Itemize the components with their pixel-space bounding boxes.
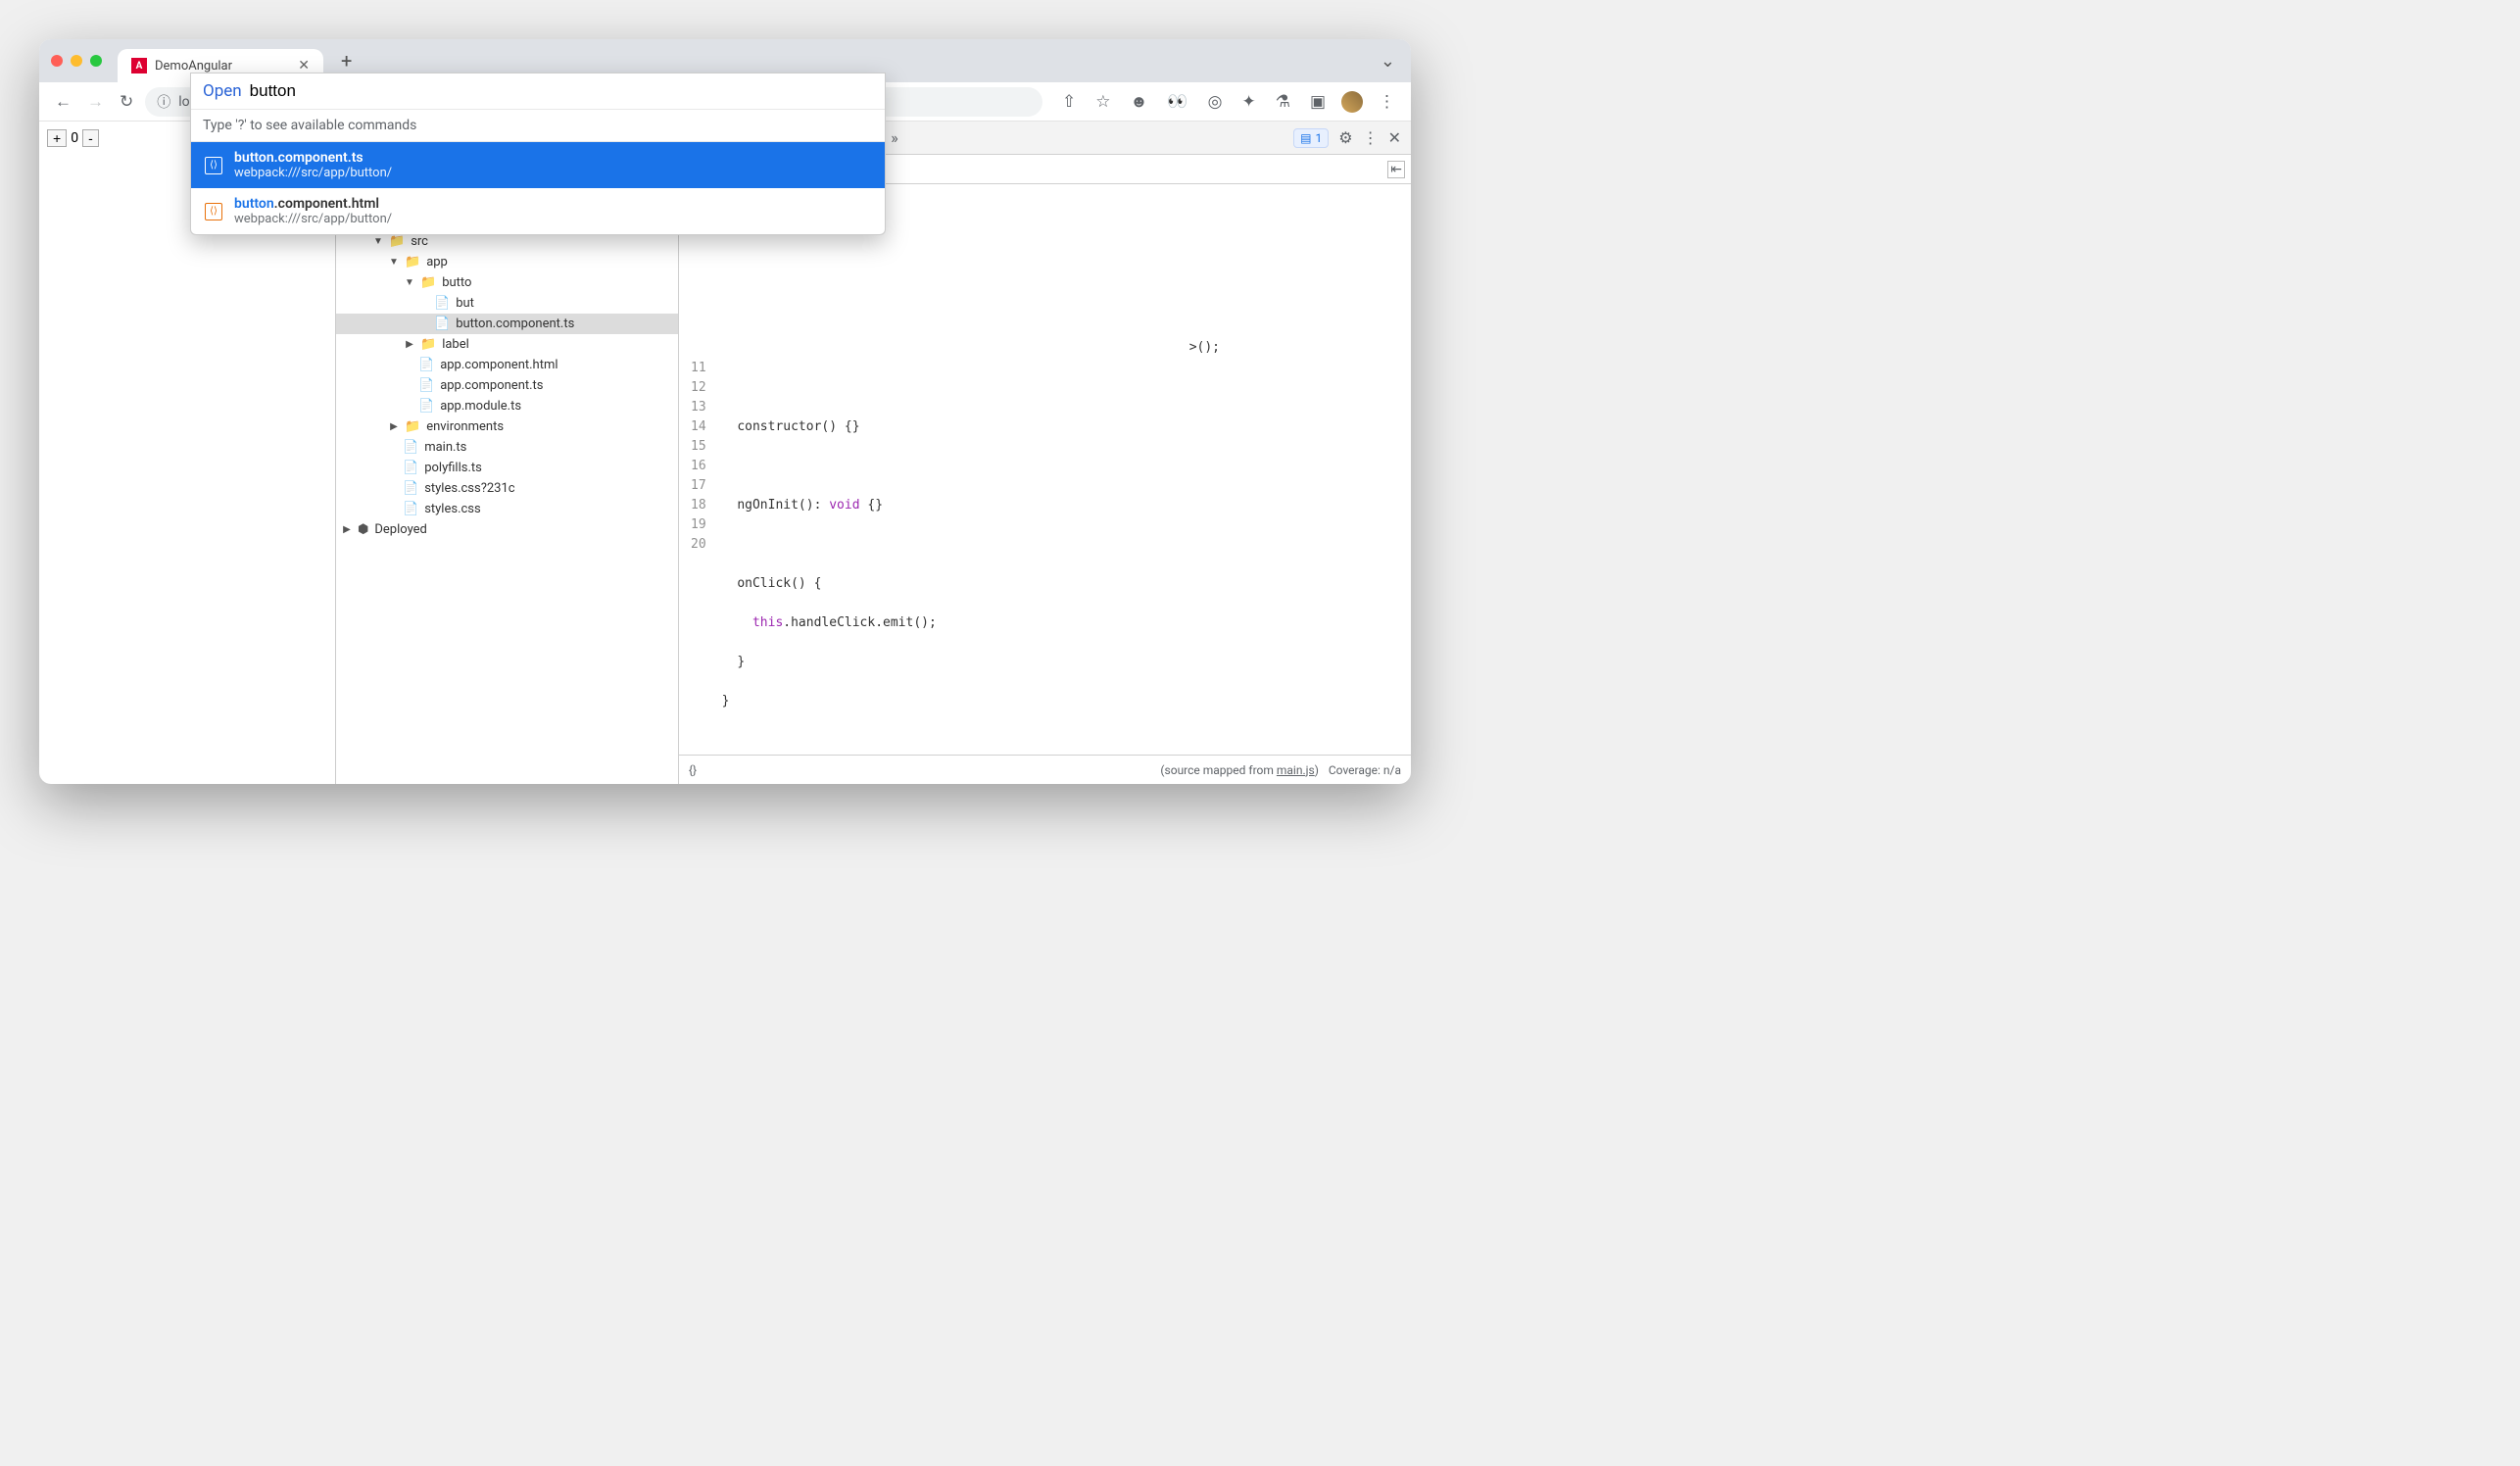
open-file-hint: Type '?' to see available commands: [191, 109, 885, 142]
reload-button[interactable]: ↻: [116, 92, 137, 112]
back-button[interactable]: ←: [51, 92, 75, 112]
pretty-print-icon[interactable]: {}: [689, 763, 697, 777]
code-area[interactable]: 11 12 13 14 15 16 17 18 19 20 constructo…: [679, 355, 1411, 755]
folder-icon: 📁: [420, 275, 436, 290]
window-zoom-icon[interactable]: [90, 55, 102, 67]
folder-icon: 📁: [420, 337, 436, 352]
angular-favicon: A: [131, 58, 147, 73]
tree-button-ts[interactable]: 📄button.component.ts: [336, 314, 678, 334]
tab-close-icon[interactable]: ✕: [298, 58, 310, 73]
folder-icon: 📁: [389, 234, 405, 249]
editor-pane: ⇤ Emitter } from '@a >(); 11 12 13 14 15…: [679, 155, 1411, 784]
tab-title: DemoAngular: [155, 59, 232, 73]
file-icon: 📄: [434, 317, 450, 331]
file-thumb-icon: ⟨⟩: [205, 203, 222, 220]
forward-button[interactable]: →: [83, 92, 108, 112]
tree-styles[interactable]: 📄styles.css: [336, 499, 678, 519]
open-file-input[interactable]: [250, 81, 873, 101]
tree-app-module[interactable]: 📄app.module.ts: [336, 396, 678, 416]
open-label: Open: [203, 81, 242, 101]
file-icon: 📄: [403, 461, 418, 475]
tree-app[interactable]: ▼📁app: [336, 252, 678, 272]
file-icon: 📄: [403, 502, 418, 516]
share-icon[interactable]: ⇧: [1058, 92, 1080, 112]
file-icon: 📄: [418, 399, 434, 414]
sources-navigator: Page Filesystem ▼</>Authored ▼☁webpack:/…: [336, 155, 679, 784]
coverage-label: Coverage: n/a: [1329, 763, 1401, 777]
window-minimize-icon[interactable]: [71, 55, 82, 67]
tree-deployed[interactable]: ▶⬢Deployed: [336, 519, 678, 540]
code-text[interactable]: constructor() {} ngOnInit(): void {} onC…: [714, 355, 945, 755]
open-file-result[interactable]: ⟨⟩ button.component.html webpack:///src/…: [191, 188, 885, 234]
open-file-dialog: Open Type '?' to see available commands …: [190, 73, 886, 235]
content-row: + 0 - ⬀ ▭ Elements Console Sources Netwo…: [39, 122, 1411, 784]
source-map-link[interactable]: main.js: [1277, 763, 1315, 777]
issues-badge[interactable]: ▤ 1: [1293, 128, 1329, 148]
tabs-dropdown-icon[interactable]: ⌄: [1377, 51, 1399, 72]
file-thumb-icon: ⟨⟩: [205, 157, 222, 174]
site-info-icon[interactable]: ⓘ: [157, 92, 170, 112]
editor-close-output: >();: [679, 340, 1228, 355]
tree-label-folder[interactable]: ▶📁label: [336, 334, 678, 355]
file-icon: 📄: [403, 440, 418, 455]
editor-bottom-bar: {} (source mapped from main.js) Coverage…: [679, 755, 1411, 784]
extension-face-icon[interactable]: ☻: [1127, 92, 1152, 112]
bookmark-star-icon[interactable]: ☆: [1091, 92, 1114, 112]
devtools-menu-icon[interactable]: ⋮: [1363, 128, 1379, 147]
labs-flask-icon[interactable]: ⚗: [1272, 92, 1294, 112]
file-icon: 📄: [418, 378, 434, 393]
file-icon: 📄: [403, 481, 418, 496]
folder-icon: 📁: [405, 419, 420, 434]
devtools-settings-icon[interactable]: ⚙: [1338, 128, 1352, 147]
devtools-close-icon[interactable]: ✕: [1388, 128, 1401, 147]
tabs-overflow-icon[interactable]: »: [887, 128, 902, 147]
extension-eyes-icon[interactable]: 👀: [1163, 92, 1191, 112]
chrome-window: A DemoAngular ✕ + ⌄ ← → ↻ ⓘ localhost:42…: [39, 39, 1411, 784]
tree-app-ts[interactable]: 📄app.component.ts: [336, 375, 678, 396]
open-file-search-row: Open: [191, 73, 885, 109]
file-tree: ▼</>Authored ▼☁webpack:// ▼📁src ▼📁app ▼📁…: [336, 184, 678, 784]
line-numbers: 11 12 13 14 15 16 17 18 19 20: [679, 355, 714, 755]
open-file-result-selected[interactable]: ⟨⟩ button.component.ts webpack:///src/ap…: [191, 142, 885, 188]
tree-app-html[interactable]: 📄app.component.html: [336, 355, 678, 375]
extension-shield-icon[interactable]: ◎: [1204, 92, 1227, 112]
file-icon: 📄: [418, 358, 434, 372]
toggle-sidebar-icon[interactable]: ⇤: [1387, 161, 1405, 178]
profile-avatar[interactable]: [1341, 91, 1363, 113]
tree-main-ts[interactable]: 📄main.ts: [336, 437, 678, 458]
sources-body: Page Filesystem ▼</>Authored ▼☁webpack:/…: [336, 155, 1411, 784]
issues-icon: ▤: [1300, 131, 1311, 145]
tree-polyfills[interactable]: 📄polyfills.ts: [336, 458, 678, 478]
traffic-lights: [51, 55, 102, 67]
tree-button-html[interactable]: 📄but: [336, 293, 678, 314]
window-close-icon[interactable]: [51, 55, 63, 67]
decrement-button[interactable]: -: [82, 129, 99, 147]
counter-value: 0: [71, 130, 78, 146]
tab-overview-icon[interactable]: ▣: [1306, 92, 1330, 112]
devtools-panel: ⬀ ▭ Elements Console Sources Network Per…: [335, 122, 1411, 784]
package-icon: ⬢: [358, 522, 368, 537]
increment-button[interactable]: +: [47, 129, 67, 147]
tree-styles-q[interactable]: 📄styles.css?231c: [336, 478, 678, 499]
extensions-puzzle-icon[interactable]: ✦: [1237, 92, 1259, 112]
issues-count: 1: [1316, 131, 1323, 145]
tree-environments[interactable]: ▶📁environments: [336, 416, 678, 437]
chrome-menu-icon[interactable]: ⋮: [1375, 92, 1399, 112]
folder-icon: 📁: [405, 255, 420, 269]
toolbar-right: ⇧ ☆ ☻ 👀 ◎ ✦ ⚗ ▣ ⋮: [1058, 91, 1399, 113]
tree-button-folder[interactable]: ▼📁butto: [336, 272, 678, 293]
file-icon: 📄: [434, 296, 450, 311]
source-mapped-label: (source mapped from main.js): [1160, 763, 1318, 777]
